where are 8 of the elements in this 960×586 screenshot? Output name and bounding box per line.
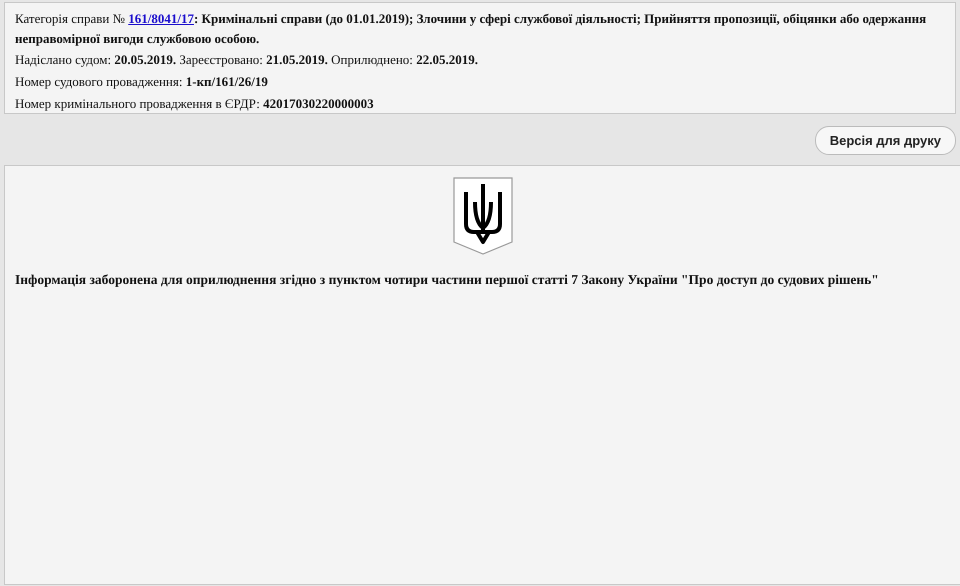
restriction-notice: Інформація заборонена для оприлюднення згідно з пунктом чотири частини першої статті 7 Закону України "Про доступ до судових рішень" [15, 271, 880, 289]
coat-of-arms-icon [452, 176, 514, 256]
case-number-link[interactable]: 161/8041/17 [128, 11, 194, 26]
case-detail-text: Номер судового провадження: 1-кп/161/26/19 [15, 73, 269, 91]
case-detail-text: Надіслано судом: 20.05.2019. Зареєстровано: 21.05.2019. Оприлюднено: 22.05.2019. [15, 51, 479, 69]
print-version-button[interactable]: Версія для друку [814, 126, 956, 155]
case-category-text: Категорія справи № 161/8041/17: Кримінальні справи (до 01.01.2019); Злочини у сфері службової діяльності; Прийняття пропозиції, обіцянки або одержання неправомірної вигоди службовою особою. [15, 10, 928, 48]
case-detail-text: Номер кримінального провадження в ЄРДР: 42017030220000003 [15, 95, 375, 113]
